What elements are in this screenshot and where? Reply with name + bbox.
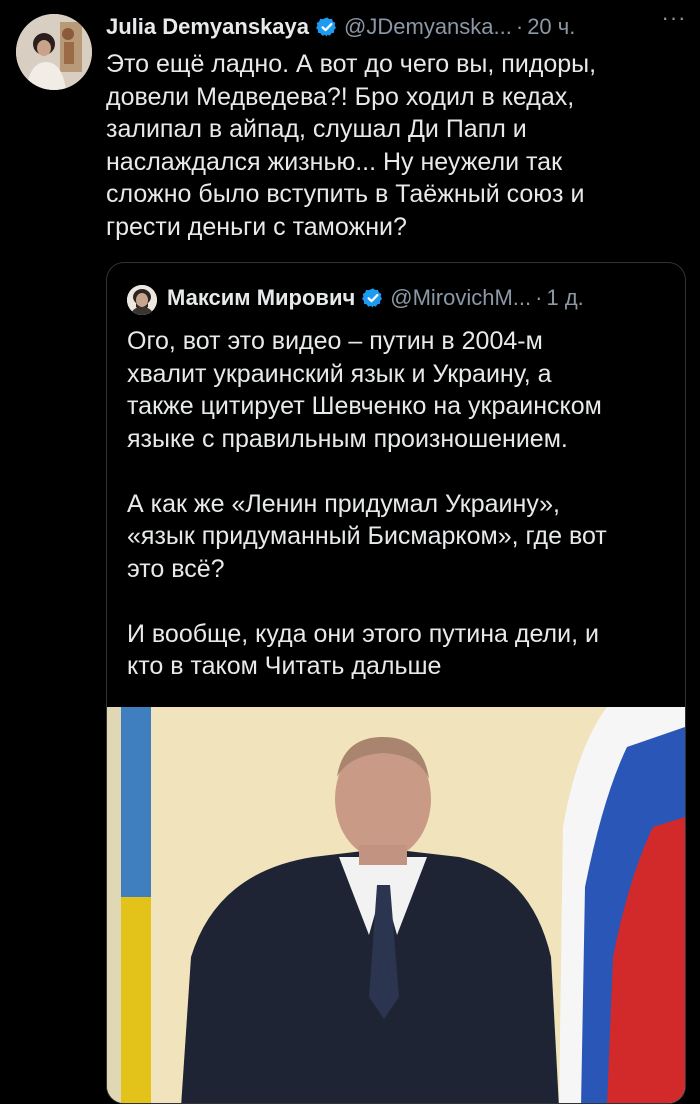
header-separator: · [515, 14, 524, 39]
tweet-timestamp[interactable]: 20 ч. [527, 14, 575, 40]
tweet-text: Это ещё ладно. А вот до чего вы, пидоры,… [106, 50, 597, 241]
quoted-author-name[interactable]: Максим Мирович [167, 285, 355, 311]
quoted-tweet[interactable]: Максим Мирович @MirovichM... · 1 д. Ого,… [106, 262, 686, 1104]
more-dots-icon[interactable]: ··· [658, 7, 690, 32]
quoted-tweet-header: Максим Мирович @MirovichM... · 1 д. [167, 281, 677, 315]
quoted-header-separator: · [535, 285, 543, 310]
read-more-link[interactable]: Читать дальше [265, 652, 442, 680]
quoted-author-handle[interactable]: @MirovichM... [390, 285, 531, 311]
author-avatar[interactable] [16, 14, 92, 90]
quoted-tweet-body: Ого, вот это видео – путин в 2004-м хвал… [127, 327, 607, 680]
author-handle[interactable]: @JDemyanska... [344, 14, 512, 40]
tweet[interactable]: Julia Demyanskaya @JDemyanska... · 20 ч.… [0, 0, 700, 1104]
author-name[interactable]: Julia Demyanskaya [106, 14, 309, 40]
quoted-tweet-timestamp[interactable]: 1 д. [546, 285, 583, 311]
tweet-header: Julia Demyanskaya @JDemyanska... · 20 ч. [106, 10, 686, 44]
verified-badge-icon [362, 288, 383, 308]
quoted-tweet-text: Ого, вот это видео – путин в 2004-м хвал… [127, 325, 672, 683]
quoted-author-avatar[interactable] [127, 285, 157, 315]
verified-badge-icon [316, 17, 337, 37]
video-thumbnail[interactable] [107, 707, 685, 1103]
